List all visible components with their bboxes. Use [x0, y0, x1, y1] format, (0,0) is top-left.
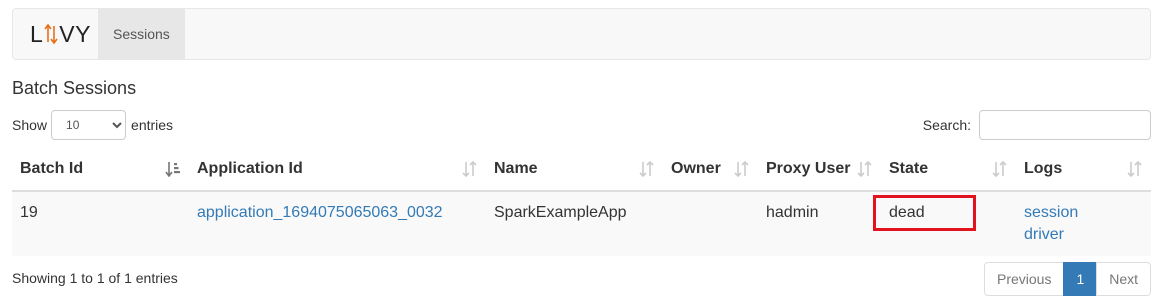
logo-letters-vy: VY — [59, 20, 91, 47]
sort-both-icon — [992, 160, 1008, 178]
page-title: Batch Sessions — [12, 78, 137, 98]
pagination: Previous 1 Next — [984, 262, 1152, 296]
table-row: 19 application_1694075065063_0032 SparkE… — [12, 191, 1151, 256]
search-filter: Search: — [923, 110, 1151, 140]
cell-batch-id: 19 — [20, 204, 38, 221]
sort-both-icon — [734, 160, 750, 178]
length-prefix: Show — [12, 117, 48, 133]
page-1-button[interactable]: 1 — [1063, 262, 1098, 296]
driver-log-link[interactable]: driver — [1024, 226, 1064, 243]
table-info: Showing 1 to 1 of 1 entries — [12, 270, 178, 286]
entries-select[interactable]: 10 — [51, 110, 127, 140]
application-id-link[interactable]: application_1694075065063_0032 — [197, 204, 443, 221]
cell-owner — [663, 191, 758, 256]
search-input[interactable] — [979, 110, 1151, 140]
state-highlight-box — [873, 195, 976, 231]
next-page-button[interactable]: Next — [1096, 262, 1152, 296]
table-header-row: Batch Id Application Id Name Owner Proxy… — [12, 148, 1151, 192]
cell-name: SparkExampleApp — [494, 204, 627, 221]
entries-length-control: Show 10 entries — [12, 110, 173, 140]
batch-sessions-table: Batch Id Application Id Name Owner Proxy… — [12, 148, 1151, 256]
column-header-batch-id[interactable]: Batch Id — [12, 148, 189, 192]
sort-ascending-icon — [165, 161, 181, 178]
column-header-proxy-user[interactable]: Proxy User — [758, 148, 881, 192]
logo-arrows-icon — [44, 22, 58, 46]
session-log-link[interactable]: session — [1024, 204, 1078, 221]
sort-both-icon — [639, 160, 655, 178]
cell-logs: session driver — [1016, 191, 1151, 256]
livy-logo[interactable]: L VY — [13, 9, 98, 59]
navbar: L VY Sessions — [12, 8, 1151, 60]
previous-page-button[interactable]: Previous — [984, 262, 1065, 296]
sort-both-icon — [462, 160, 478, 178]
sort-both-icon — [1127, 160, 1143, 178]
logo-letter-l: L — [30, 20, 44, 47]
search-label: Search: — [922, 117, 971, 133]
cell-state: dead — [873, 191, 1016, 256]
column-header-owner[interactable]: Owner — [663, 148, 758, 192]
sort-both-icon — [857, 160, 873, 178]
cell-proxy-user: hadmin — [766, 204, 819, 221]
length-suffix: entries — [131, 117, 174, 133]
column-header-logs[interactable]: Logs — [1016, 148, 1151, 192]
column-header-application-id[interactable]: Application Id — [189, 148, 486, 192]
cell-application-id: application_1694075065063_0032 — [189, 191, 486, 256]
column-header-name[interactable]: Name — [486, 148, 663, 192]
nav-sessions-link[interactable]: Sessions — [98, 9, 185, 59]
column-header-state[interactable]: State — [881, 148, 1016, 192]
